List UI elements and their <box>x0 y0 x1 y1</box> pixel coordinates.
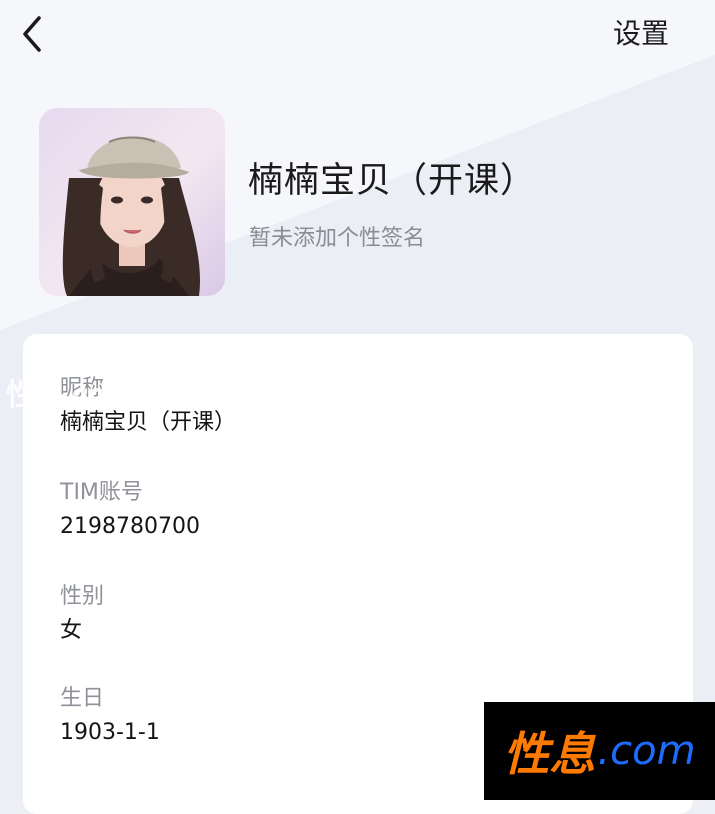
watermark-brand: 性息 <box>503 727 596 781</box>
top-bar: 设置 <box>0 0 715 70</box>
field-value: 女 <box>60 618 83 643</box>
watermark-logo: 性息 .com <box>484 702 715 800</box>
field-tim-account: TIM账号 2198780700 <box>60 478 200 542</box>
back-button[interactable] <box>14 12 50 56</box>
field-label: TIM账号 <box>60 480 143 505</box>
field-label: 生日 <box>60 686 105 711</box>
field-label: 性别 <box>60 584 105 609</box>
watermark-overlay: 性息.com <box>6 378 137 413</box>
chevron-left-icon <box>23 16 41 52</box>
profile-name: 楠楠宝贝（开课） <box>248 161 537 201</box>
avatar-photo <box>39 108 225 296</box>
field-birthday: 生日 1903-1-1 <box>60 684 160 748</box>
settings-button[interactable]: 设置 <box>613 14 669 54</box>
field-value: 2198780700 <box>60 514 200 539</box>
watermark-domain: .com <box>597 728 696 774</box>
field-value: 1903-1-1 <box>60 720 160 745</box>
profile-signature: 暂未添加个性签名 <box>249 226 426 251</box>
avatar[interactable] <box>39 108 225 296</box>
field-gender: 性别 女 <box>60 582 104 646</box>
